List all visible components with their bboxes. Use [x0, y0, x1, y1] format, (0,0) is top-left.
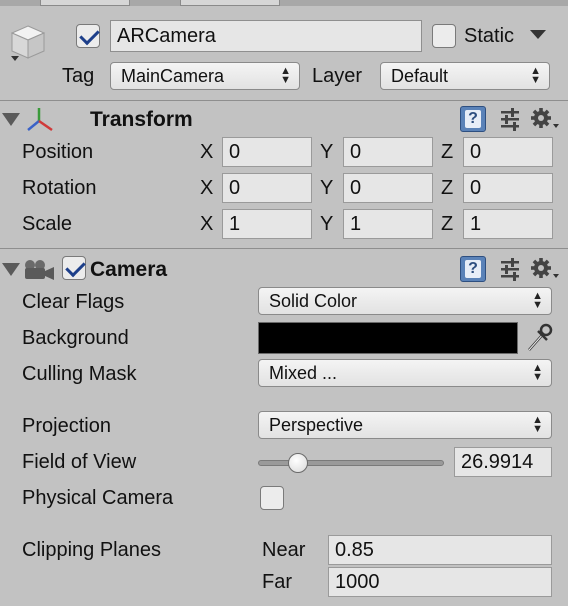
transform-divider [0, 248, 568, 249]
rotation-y-label[interactable]: Y [320, 176, 333, 200]
scale-y-field[interactable]: 1 [343, 209, 433, 239]
physical-camera-label: Physical Camera [22, 487, 174, 509]
position-z-field[interactable]: 0 [463, 137, 553, 167]
preset-sliders-icon[interactable] [497, 256, 523, 282]
far-label: Far [262, 571, 292, 593]
layer-value: Default [391, 66, 449, 86]
eyedropper-icon[interactable] [524, 322, 554, 354]
gameobject-cube-icon[interactable] [6, 20, 50, 64]
transform-title: Transform [90, 108, 193, 131]
fov-slider-thumb[interactable] [287, 453, 308, 473]
scale-x-label[interactable]: X [200, 212, 213, 236]
static-dropdown-arrow-icon[interactable] [530, 30, 546, 39]
projection-label: Projection [22, 415, 111, 437]
scale-z-field[interactable]: 1 [463, 209, 553, 239]
position-x-label[interactable]: X [200, 140, 213, 164]
tab-partial-1[interactable] [40, 0, 130, 6]
culling-mask-label: Culling Mask [22, 363, 137, 385]
projection-value: Perspective [269, 415, 364, 435]
tab-partial-2[interactable] [180, 0, 280, 6]
camera-icon [25, 260, 54, 280]
clear-flags-dropdown[interactable]: Solid Color ▲ ▼ [258, 287, 552, 315]
background-label: Background [22, 327, 129, 349]
clipping-planes-label: Clipping Planes [22, 539, 161, 561]
rotation-x-label[interactable]: X [200, 176, 213, 200]
static-checkbox[interactable] [432, 24, 456, 48]
preset-sliders-icon[interactable] [497, 106, 523, 132]
camera-foldout-arrow-icon[interactable] [2, 263, 20, 276]
fov-field[interactable]: 26.9914 [454, 447, 552, 477]
gear-icon[interactable] [530, 106, 560, 132]
static-label: Static [464, 25, 515, 47]
projection-dropdown[interactable]: Perspective ▲ ▼ [258, 411, 552, 439]
physical-camera-checkbox[interactable] [260, 486, 284, 510]
position-z-label[interactable]: Z [441, 140, 453, 164]
dropdown-arrows-icon: ▲ ▼ [532, 414, 543, 435]
transform-axes-icon [27, 108, 53, 132]
tag-value: MainCamera [121, 66, 225, 86]
tab-strip [0, 0, 568, 6]
rotation-z-field[interactable]: 0 [463, 173, 553, 203]
object-name-field[interactable]: ARCamera [110, 20, 422, 52]
position-x-field[interactable]: 0 [222, 137, 312, 167]
rotation-y-field[interactable]: 0 [343, 173, 433, 203]
position-y-label[interactable]: Y [320, 140, 333, 164]
scale-z-label[interactable]: Z [441, 212, 453, 236]
far-field[interactable]: 1000 [328, 567, 552, 597]
position-label: Position [22, 141, 94, 163]
near-field[interactable]: 0.85 [328, 535, 552, 565]
clear-flags-label: Clear Flags [22, 291, 125, 313]
culling-mask-value: Mixed ... [269, 363, 338, 383]
dropdown-arrows-icon: ▲ ▼ [532, 362, 543, 383]
scale-label: Scale [22, 213, 73, 235]
layer-dropdown[interactable]: Default ▲ ▼ [380, 62, 550, 90]
help-book-icon[interactable]: ? [460, 256, 486, 282]
rotation-z-label[interactable]: Z [441, 176, 453, 200]
header-divider [0, 100, 568, 101]
gear-icon[interactable] [530, 256, 560, 282]
help-book-icon[interactable]: ? [460, 106, 486, 132]
camera-title: Camera [90, 258, 168, 281]
dropdown-arrows-icon: ▲ ▼ [532, 290, 543, 311]
background-color-field[interactable] [258, 322, 518, 354]
transform-foldout-arrow-icon[interactable] [2, 113, 20, 126]
dropdown-arrows-icon: ▲ ▼ [280, 65, 291, 86]
dropdown-arrows-icon: ▲ ▼ [530, 65, 541, 86]
tag-dropdown[interactable]: MainCamera ▲ ▼ [110, 62, 300, 90]
layer-label: Layer [312, 65, 363, 87]
rotation-x-field[interactable]: 0 [222, 173, 312, 203]
fov-label: Field of View [22, 451, 137, 473]
active-checkbox[interactable] [76, 24, 100, 48]
scale-x-field[interactable]: 1 [222, 209, 312, 239]
tag-label: Tag [62, 65, 95, 87]
culling-mask-dropdown[interactable]: Mixed ... ▲ ▼ [258, 359, 552, 387]
fov-slider-track[interactable] [258, 460, 444, 466]
near-label: Near [262, 539, 306, 561]
rotation-label: Rotation [22, 177, 97, 199]
clear-flags-value: Solid Color [269, 291, 358, 311]
scale-y-label[interactable]: Y [320, 212, 333, 236]
camera-enabled-checkbox[interactable] [62, 256, 86, 280]
position-y-field[interactable]: 0 [343, 137, 433, 167]
